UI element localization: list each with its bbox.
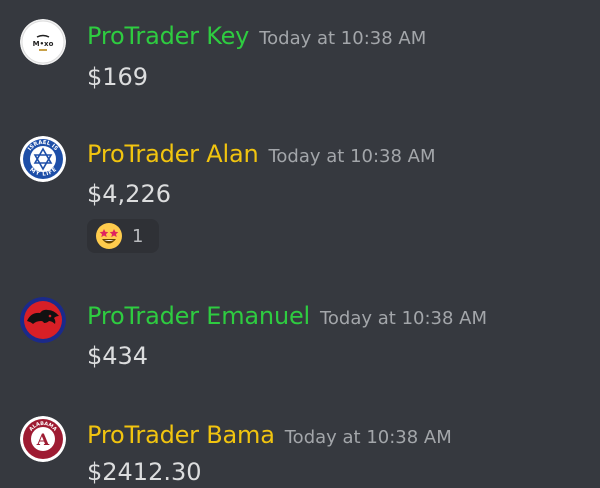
- message-header: ProTrader Emanuel Today at 10:38 AM: [87, 302, 487, 330]
- star-struck-emoji-icon: [96, 223, 122, 249]
- message-header: ProTrader Key Today at 10:38 AM: [87, 22, 426, 50]
- message-header: ProTrader Bama Today at 10:38 AM: [87, 421, 452, 449]
- username[interactable]: ProTrader Alan: [87, 140, 259, 168]
- timestamp: Today at 10:38 AM: [268, 146, 436, 167]
- message-content: $434: [87, 342, 149, 370]
- message-header: ProTrader Alan Today at 10:38 AM: [87, 140, 436, 168]
- israel-is-my-life-badge-icon[interactable]: ISRAEL IS MY LIFE: [20, 136, 66, 182]
- thundercats-logo-icon[interactable]: [20, 297, 66, 343]
- message-content: $4,226: [87, 180, 171, 208]
- chat-messages: M•xo ProTrader Key Today at 10:38 AM $169…: [0, 0, 600, 488]
- timestamp: Today at 10:38 AM: [284, 427, 452, 448]
- svg-text:M•xo: M•xo: [33, 40, 54, 48]
- username[interactable]: ProTrader Bama: [87, 421, 275, 449]
- reaction-count: 1: [132, 225, 144, 247]
- username[interactable]: ProTrader Key: [87, 22, 249, 50]
- golf-ball-logo-icon[interactable]: M•xo: [20, 19, 66, 65]
- reaction-button[interactable]: 1: [87, 219, 159, 253]
- timestamp: Today at 10:38 AM: [259, 28, 427, 49]
- alabama-crimson-tide-logo-icon[interactable]: A ALABAMA: [20, 416, 66, 462]
- username[interactable]: ProTrader Emanuel: [87, 302, 310, 330]
- svg-text:A: A: [36, 430, 50, 449]
- message-content: $2412.30: [87, 458, 202, 486]
- message-content: $169: [87, 63, 149, 91]
- timestamp: Today at 10:38 AM: [319, 308, 488, 329]
